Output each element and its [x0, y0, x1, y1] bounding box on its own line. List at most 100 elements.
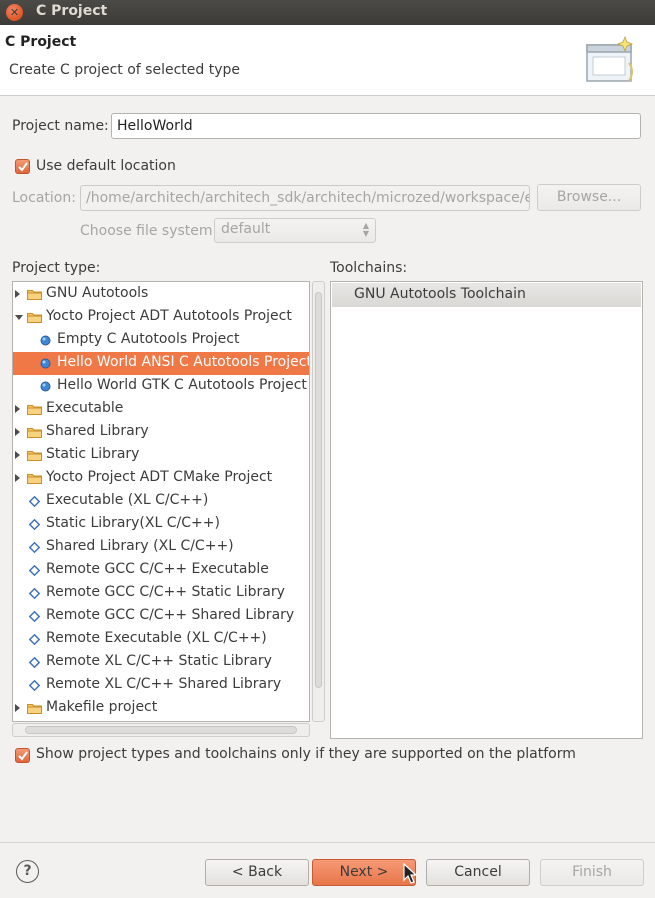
project-type-item[interactable]: Static Library [13, 444, 309, 467]
project-type-diamond-icon [28, 541, 41, 557]
toolchain-item[interactable]: GNU Autotools Toolchain [332, 283, 641, 307]
project-type-item[interactable]: Remote GCC C/C++ Executable [13, 559, 309, 582]
project-type-item-label: Remote Executable (XL C/C++) [46, 630, 267, 646]
project-type-item[interactable]: Empty C Autotools Project [13, 329, 309, 352]
finish-button[interactable]: Finish [540, 859, 644, 886]
project-type-item-label: Hello World ANSI C Autotools Project [57, 354, 310, 370]
project-template-icon [40, 357, 51, 373]
file-system-label: Choose file system: [80, 223, 218, 239]
project-type-item-label: Shared Library [46, 423, 149, 439]
project-type-item-label: Remote XL C/C++ Static Library [46, 653, 272, 669]
project-type-item[interactable]: Remote XL C/C++ Static Library [13, 651, 309, 674]
project-type-item-label: Yocto Project ADT CMake Project [46, 469, 273, 485]
project-type-diamond-icon [28, 495, 41, 511]
folder-icon [27, 288, 42, 304]
project-type-item-label: Remote GCC C/C++ Shared Library [46, 607, 295, 623]
mouse-cursor-icon [403, 863, 418, 884]
folder-icon [27, 472, 42, 488]
select-arrows-icon: ▲ ▼ [362, 221, 369, 238]
folder-icon [27, 403, 42, 419]
project-type-item[interactable]: Hello World GTK C Autotools Project [13, 375, 309, 398]
project-type-diamond-icon [28, 518, 41, 534]
wizard-description: Create C project of selected type [9, 62, 240, 78]
window-title: C Project [36, 3, 108, 19]
project-type-item-label: Static Library(XL C/C++) [46, 515, 220, 531]
project-type-diamond-icon [28, 679, 41, 695]
project-type-item[interactable]: Static Library(XL C/C++) [13, 513, 309, 536]
expand-arrow-icon[interactable] [15, 428, 20, 436]
project-type-vertical-scrollbar[interactable] [312, 281, 325, 722]
folder-icon [27, 426, 42, 442]
project-type-diamond-icon [28, 610, 41, 626]
project-template-icon [40, 334, 51, 350]
use-default-location-label: Use default location [36, 158, 176, 174]
wizard-title: C Project [5, 34, 77, 50]
show-supported-checkbox[interactable] [15, 748, 30, 763]
project-type-item-label: Remote GCC C/C++ Static Library [46, 584, 285, 600]
project-type-item[interactable]: Executable (XL C/C++) [13, 490, 309, 513]
location-label: Location: [12, 190, 76, 206]
project-type-item-label: Executable [46, 400, 124, 416]
expand-arrow-icon[interactable] [15, 704, 20, 712]
project-name-label: Project name: [12, 118, 109, 134]
project-type-label: Project type: [12, 260, 101, 276]
project-type-horizontal-scrollbar[interactable] [12, 723, 310, 737]
project-type-item[interactable]: Remote GCC C/C++ Shared Library [13, 605, 309, 628]
location-input[interactable]: /home/architech/architech_sdk/architech/… [80, 185, 530, 211]
cancel-button[interactable]: Cancel [426, 859, 530, 886]
expand-arrow-icon[interactable] [15, 474, 20, 482]
project-type-diamond-icon [28, 587, 41, 603]
wizard-window-icon [586, 35, 634, 82]
project-type-tree[interactable]: GNU Autotools Yocto Project ADT Autotools… [12, 281, 310, 722]
next-button[interactable]: Next > [312, 859, 416, 886]
toolchains-label: Toolchains: [330, 260, 408, 276]
project-type-item[interactable]: Remote Executable (XL C/C++) [13, 628, 309, 651]
folder-icon [27, 449, 42, 465]
project-type-item-label: Executable (XL C/C++) [46, 492, 209, 508]
project-type-diamond-icon [28, 564, 41, 580]
back-button[interactable]: < Back [205, 859, 309, 886]
project-type-item-label: Empty C Autotools Project [57, 331, 240, 347]
project-type-item-label: Makefile project [46, 699, 158, 715]
folder-icon [27, 311, 42, 327]
project-type-item[interactable]: Shared Library [13, 421, 309, 444]
project-type-item-label: Remote GCC C/C++ Executable [46, 561, 269, 577]
project-type-item[interactable]: Remote GCC C/C++ Static Library [13, 582, 309, 605]
project-type-item-selected[interactable]: Hello World ANSI C Autotools Project [13, 352, 310, 375]
project-type-item[interactable]: Yocto Project ADT Autotools Project [13, 306, 309, 329]
expand-arrow-icon[interactable] [15, 290, 20, 298]
button-bar-separator [0, 842, 655, 843]
project-type-item-label: Remote XL C/C++ Shared Library [46, 676, 282, 692]
project-type-diamond-icon [28, 633, 41, 649]
project-type-item-label: Shared Library (XL C/C++) [46, 538, 234, 554]
scrollbar-thumb[interactable] [25, 726, 297, 734]
project-type-diamond-icon [28, 656, 41, 672]
project-type-item[interactable]: Shared Library (XL C/C++) [13, 536, 309, 559]
close-window-button[interactable]: ✕ [6, 4, 23, 21]
expand-arrow-icon[interactable] [15, 451, 20, 459]
project-type-item-label: Yocto Project ADT Autotools Project [46, 308, 292, 324]
browse-button[interactable]: Browse... [537, 184, 641, 211]
toolchains-list[interactable]: GNU Autotools Toolchain [330, 281, 643, 739]
project-type-item[interactable]: Yocto Project ADT CMake Project [13, 467, 309, 490]
project-name-input[interactable]: HelloWorld [111, 113, 641, 139]
project-type-item-label: GNU Autotools [46, 285, 149, 301]
project-type-item[interactable]: Remote XL C/C++ Shared Library [13, 674, 309, 697]
use-default-location-checkbox[interactable] [15, 159, 30, 174]
project-template-icon [40, 380, 51, 396]
folder-icon [27, 702, 42, 718]
scrollbar-thumb[interactable] [315, 292, 322, 688]
project-type-item-label: Hello World GTK C Autotools Project [57, 377, 307, 393]
project-type-item[interactable]: Makefile project [13, 697, 309, 720]
window-titlebar: ✕ C Project [0, 0, 655, 25]
file-system-value: default [221, 221, 271, 237]
wizard-banner: C Project Create C project of selected t… [0, 25, 655, 96]
project-type-item-label: Static Library [46, 446, 140, 462]
project-type-item[interactable]: GNU Autotools [13, 283, 309, 306]
file-system-select[interactable]: default ▲ ▼ [214, 218, 376, 243]
show-supported-label: Show project types and toolchains only i… [36, 746, 576, 762]
expand-arrow-icon[interactable] [15, 405, 20, 413]
collapse-arrow-icon[interactable] [15, 315, 23, 320]
project-type-item[interactable]: Executable [13, 398, 309, 421]
help-button[interactable]: ? [16, 860, 39, 883]
